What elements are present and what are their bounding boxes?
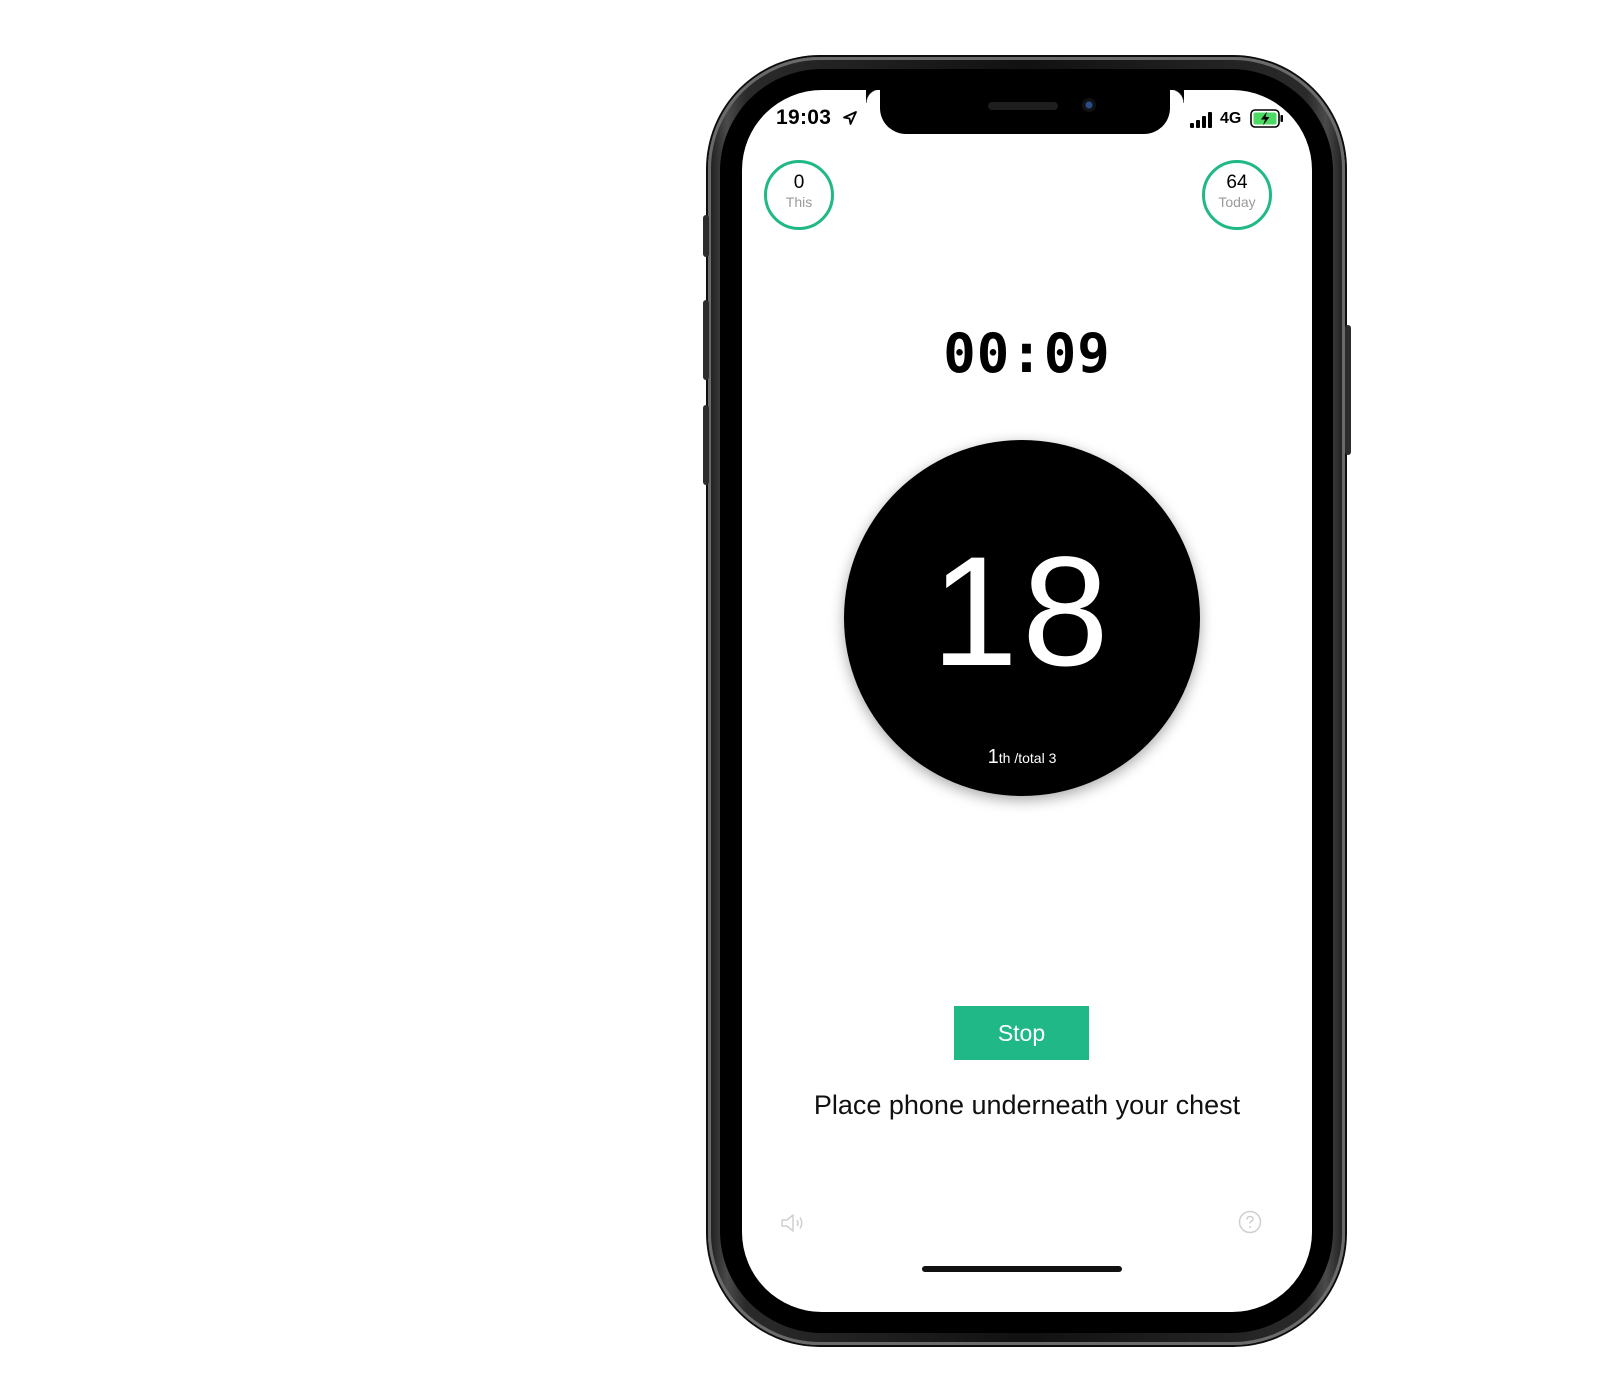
counter-today-value: 64 xyxy=(1226,172,1248,193)
elapsed-timer: 00:09 xyxy=(943,322,1111,385)
notch xyxy=(880,90,1184,134)
power-button xyxy=(1345,325,1351,455)
battery-charging-icon xyxy=(1250,109,1283,128)
phone-screen: 19:03 4G 0 This 64 Today 00:09 18 1th /t… xyxy=(742,90,1312,1312)
stage: 19:03 4G 0 This 64 Today 00:09 18 1th /t… xyxy=(0,0,1600,1400)
counter-this-label: This xyxy=(785,194,813,210)
volume-up-button xyxy=(703,300,709,380)
earpiece-speaker xyxy=(988,102,1058,110)
round-number: 1 xyxy=(987,746,999,768)
counter-today-label: Today xyxy=(1218,194,1256,210)
front-camera-icon xyxy=(1082,98,1096,112)
cellular-signal-icon xyxy=(1190,112,1212,128)
stop-button[interactable]: Stop xyxy=(954,1006,1089,1060)
instruction-text: Place phone underneath your chest xyxy=(813,1090,1241,1120)
counter-this-value: 0 xyxy=(793,172,805,193)
status-time: 19:03 xyxy=(776,106,832,129)
speaker-icon[interactable] xyxy=(780,1212,806,1234)
breath-count-circle: 18 1th /total 3 xyxy=(844,440,1200,796)
round-info: 1th /total 3 xyxy=(844,746,1200,769)
network-type: 4G xyxy=(1220,110,1242,127)
location-arrow-icon xyxy=(843,111,857,125)
home-indicator[interactable] xyxy=(922,1266,1122,1272)
volume-down-button xyxy=(703,405,709,485)
counter-this: 0 This xyxy=(764,160,834,230)
round-suffix: th /total 3 xyxy=(998,750,1057,766)
breath-count: 18 xyxy=(931,525,1113,699)
silent-switch xyxy=(703,215,709,257)
question-circle-icon[interactable] xyxy=(1238,1210,1262,1234)
counter-today: 64 Today xyxy=(1202,160,1272,230)
